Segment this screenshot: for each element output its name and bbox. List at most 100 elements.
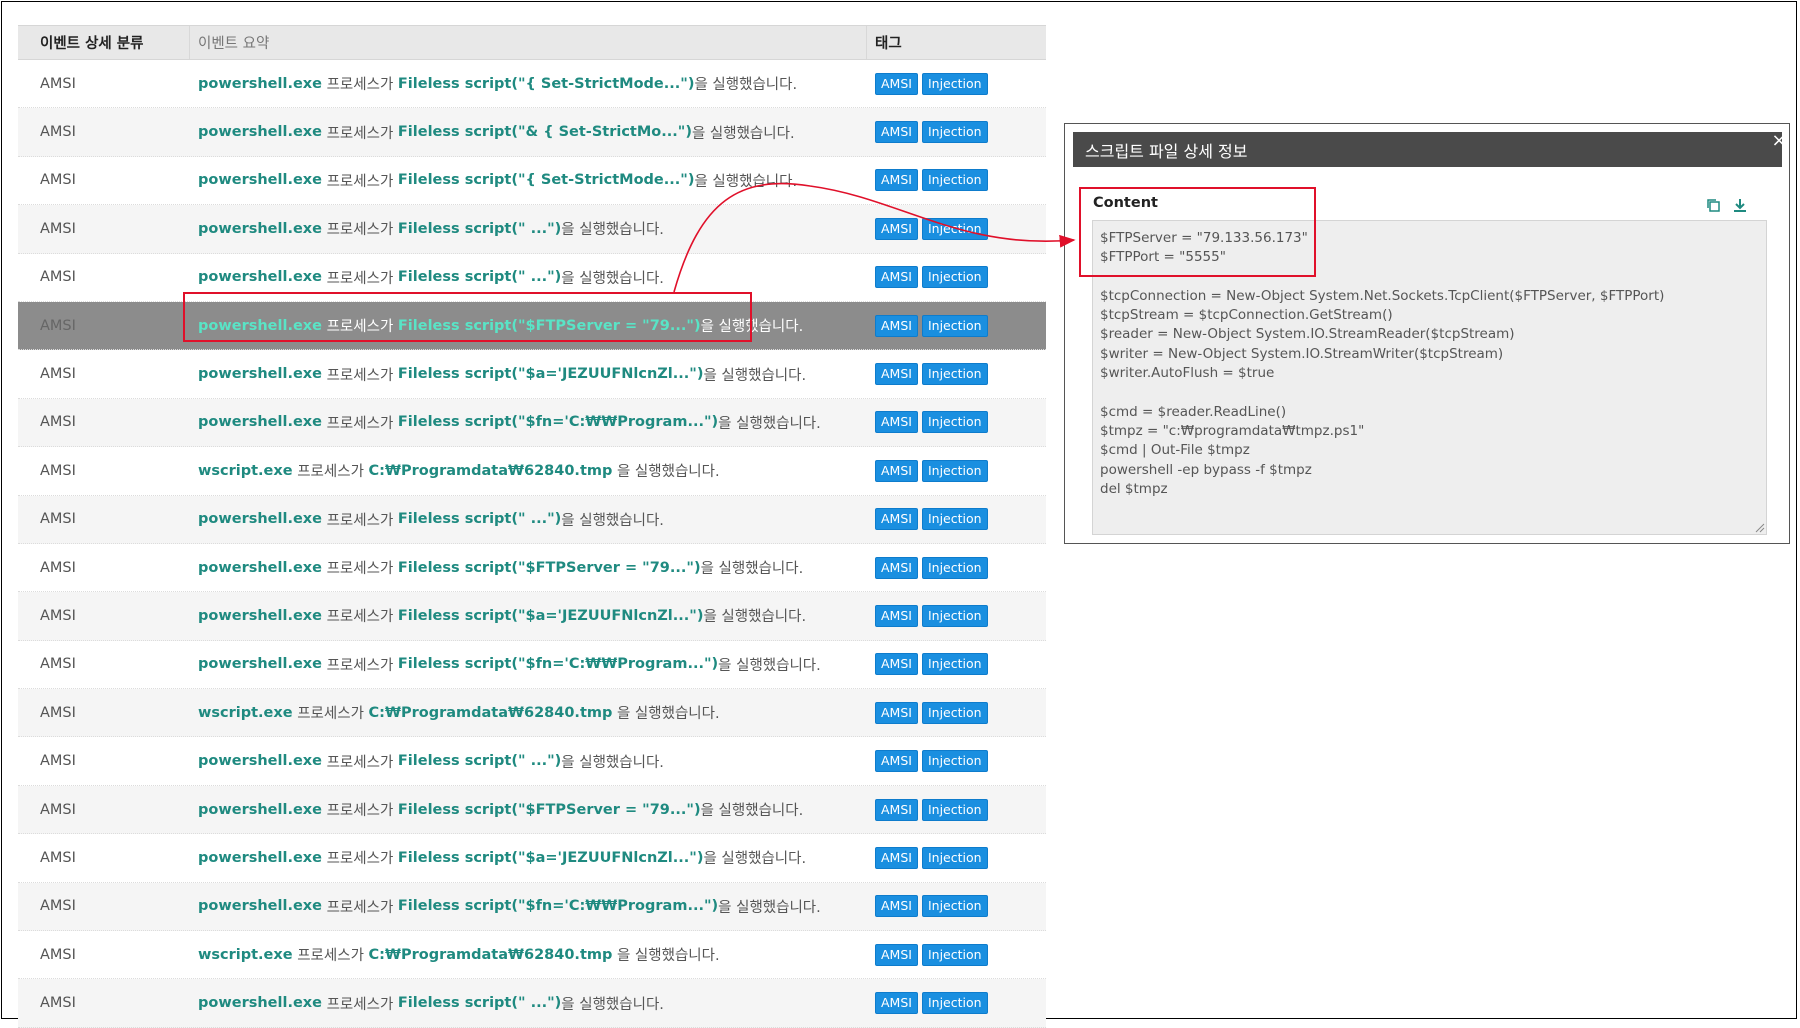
tag-badge[interactable]: Injection (921, 121, 988, 144)
tag-badge[interactable]: Injection (921, 798, 988, 821)
process-name[interactable]: powershell.exe (198, 608, 322, 624)
tag-badge[interactable]: Injection (921, 846, 988, 869)
tag-badge[interactable]: AMSI (875, 363, 918, 386)
script-name[interactable]: Fileless script("$a='JEZUUFNlcnZl...") (398, 366, 704, 382)
tag-badge[interactable]: AMSI (875, 556, 918, 579)
script-content-area[interactable]: $FTPServer = "79.133.56.173" $FTPPort = … (1092, 220, 1767, 535)
table-row[interactable]: AMSI powershell.exe 프로세스가 Fileless script… (18, 156, 1046, 206)
table-row[interactable]: AMSI powershell.exe 프로세스가 Fileless script… (18, 737, 1046, 786)
tag-badge[interactable]: Injection (921, 72, 988, 95)
script-name[interactable]: Fileless script("$a='JEZUUFNlcnZl...") (398, 850, 704, 866)
tag-badge[interactable]: AMSI (875, 604, 918, 627)
table-row[interactable]: AMSI powershell.exe 프로세스가 Fileless script… (18, 640, 1046, 690)
process-name[interactable]: powershell.exe (198, 656, 322, 672)
script-name[interactable]: Fileless script("{ Set-StrictMode...") (398, 76, 695, 92)
script-name[interactable]: Fileless script("$fn='C:₩₩Program...") (398, 898, 718, 914)
table-row[interactable]: AMSI powershell.exe 프로세스가 Fileless script… (18, 205, 1046, 254)
process-name[interactable]: powershell.exe (198, 124, 322, 140)
table-row[interactable]: AMSI powershell.exe 프로세스가 Fileless script… (18, 592, 1046, 641)
tag-badge[interactable]: AMSI (875, 314, 918, 337)
tag-badge[interactable]: AMSI (875, 653, 918, 676)
process-name[interactable]: wscript.exe (198, 705, 293, 721)
tag-badge[interactable]: AMSI (875, 943, 918, 966)
table-row[interactable]: AMSI powershell.exe 프로세스가 Fileless script… (18, 60, 1046, 109)
process-name[interactable]: powershell.exe (198, 802, 322, 818)
process-name[interactable]: powershell.exe (198, 414, 322, 430)
script-name[interactable]: C:₩Programdata₩62840.tmp (369, 463, 613, 479)
process-name[interactable]: wscript.exe (198, 463, 293, 479)
script-name[interactable]: Fileless script(" ...") (398, 269, 561, 285)
table-row[interactable]: AMSI powershell.exe 프로세스가 Fileless script… (18, 108, 1046, 157)
process-name[interactable]: powershell.exe (198, 318, 322, 334)
script-name[interactable]: Fileless script("$a='JEZUUFNlcnZl...") (398, 608, 704, 624)
resize-handle-icon[interactable] (1755, 523, 1765, 533)
copy-icon[interactable] (1705, 197, 1721, 213)
process-name[interactable]: powershell.exe (198, 269, 322, 285)
tag-badge[interactable]: Injection (921, 604, 988, 627)
tag-badge[interactable]: Injection (921, 169, 988, 192)
script-name[interactable]: Fileless script("$fn='C:₩₩Program...") (398, 656, 718, 672)
tag-badge[interactable]: AMSI (875, 266, 918, 289)
table-row[interactable]: AMSI powershell.exe 프로세스가 Fileless script… (18, 350, 1046, 399)
process-name[interactable]: powershell.exe (198, 511, 322, 527)
script-name[interactable]: Fileless script(" ...") (398, 995, 561, 1011)
tag-badge[interactable]: AMSI (875, 121, 918, 144)
tag-badge[interactable]: Injection (921, 363, 988, 386)
script-name[interactable]: Fileless script("$fn='C:₩₩Program...") (398, 414, 718, 430)
download-icon[interactable] (1732, 197, 1748, 213)
tag-badge[interactable]: Injection (921, 992, 988, 1015)
header-category[interactable]: 이벤트 상세 분류 (18, 26, 190, 59)
table-row[interactable]: AMSI powershell.exe 프로세스가 Fileless script… (18, 543, 1046, 593)
tag-badge[interactable]: Injection (921, 943, 988, 966)
table-row[interactable]: AMSI wscript.exe 프로세스가 C:₩Programdata₩628… (18, 689, 1046, 738)
process-name[interactable]: powershell.exe (198, 850, 322, 866)
tag-badge[interactable]: AMSI (875, 992, 918, 1015)
process-name[interactable]: powershell.exe (198, 753, 322, 769)
process-name[interactable]: wscript.exe (198, 947, 293, 963)
tag-badge[interactable]: AMSI (875, 798, 918, 821)
tag-badge[interactable]: AMSI (875, 217, 918, 240)
tag-badge[interactable]: Injection (921, 701, 988, 724)
process-name[interactable]: powershell.exe (198, 366, 322, 382)
tag-badge[interactable]: Injection (921, 895, 988, 918)
tag-badge[interactable]: AMSI (875, 169, 918, 192)
tag-badge[interactable]: Injection (921, 508, 988, 531)
table-row[interactable]: AMSI powershell.exe 프로세스가 Fileless script… (18, 882, 1046, 932)
script-name[interactable]: Fileless script("$FTPServer = "79...") (398, 560, 701, 576)
tag-badge[interactable]: AMSI (875, 411, 918, 434)
header-tags[interactable]: 태그 (867, 26, 1046, 59)
tag-badge[interactable]: Injection (921, 217, 988, 240)
tag-badge[interactable]: Injection (921, 314, 988, 337)
tag-badge[interactable]: Injection (921, 459, 988, 482)
table-row[interactable]: AMSI powershell.exe 프로세스가 Fileless script… (18, 253, 1046, 302)
tag-badge[interactable]: AMSI (875, 846, 918, 869)
tag-badge[interactable]: AMSI (875, 895, 918, 918)
script-name[interactable]: Fileless script("$FTPServer = "79...") (398, 318, 701, 334)
table-row[interactable]: AMSI powershell.exe 프로세스가 Fileless script… (18, 495, 1046, 544)
tag-badge[interactable]: AMSI (875, 701, 918, 724)
table-row[interactable]: AMSI wscript.exe 프로세스가 C:₩Programdata₩628… (18, 447, 1046, 496)
tag-badge[interactable]: Injection (921, 653, 988, 676)
tag-badge[interactable]: Injection (921, 556, 988, 579)
script-name[interactable]: C:₩Programdata₩62840.tmp (369, 947, 613, 963)
table-row[interactable]: AMSI wscript.exe 프로세스가 C:₩Programdata₩628… (18, 931, 1046, 980)
tag-badge[interactable]: Injection (921, 266, 988, 289)
script-name[interactable]: Fileless script(" ...") (398, 753, 561, 769)
close-icon[interactable]: × (1771, 131, 1787, 151)
table-row[interactable]: AMSI powershell.exe 프로세스가 Fileless script… (18, 979, 1046, 1028)
tag-badge[interactable]: AMSI (875, 72, 918, 95)
process-name[interactable]: powershell.exe (198, 995, 322, 1011)
table-row[interactable]: AMSI powershell.exe 프로세스가 Fileless script… (18, 834, 1046, 883)
process-name[interactable]: powershell.exe (198, 898, 322, 914)
process-name[interactable]: powershell.exe (198, 221, 322, 237)
script-name[interactable]: Fileless script("{ Set-StrictMode...") (398, 172, 695, 188)
process-name[interactable]: powershell.exe (198, 560, 322, 576)
tag-badge[interactable]: Injection (921, 411, 988, 434)
process-name[interactable]: powershell.exe (198, 172, 322, 188)
table-row[interactable]: AMSI powershell.exe 프로세스가 Fileless script… (18, 301, 1046, 351)
script-name[interactable]: Fileless script(" ...") (398, 221, 561, 237)
tag-badge[interactable]: AMSI (875, 508, 918, 531)
script-name[interactable]: Fileless script(" ...") (398, 511, 561, 527)
header-summary[interactable]: 이벤트 요약 (190, 26, 867, 59)
process-name[interactable]: powershell.exe (198, 76, 322, 92)
